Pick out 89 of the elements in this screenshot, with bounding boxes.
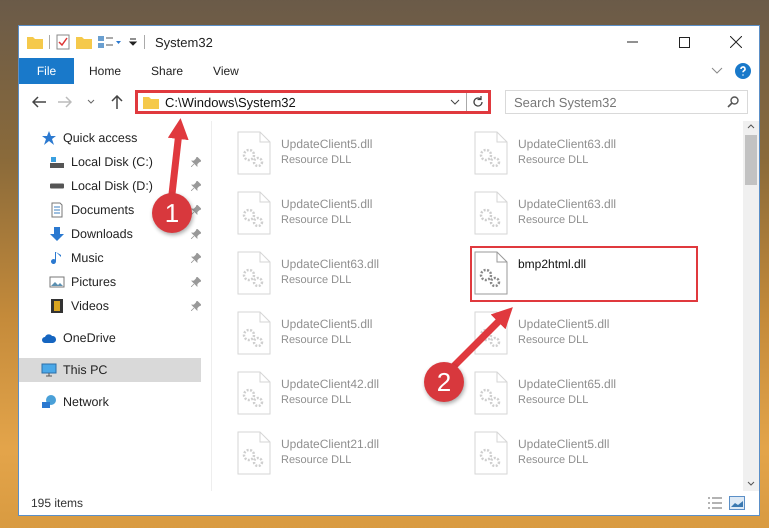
settings-file-icon <box>237 251 271 295</box>
pin-icon[interactable] <box>191 301 201 311</box>
file-name: UpdateClient21.dll <box>281 437 380 451</box>
refresh-icon <box>472 96 484 108</box>
file-name: UpdateClient65.dll <box>518 377 616 391</box>
file-type: Resource DLL <box>281 214 352 226</box>
file-name: bmp2html.dll <box>518 257 586 271</box>
film-icon <box>49 298 65 314</box>
pin-icon[interactable] <box>191 157 201 167</box>
sidebar-item[interactable]: Quick access <box>19 126 201 150</box>
checked-document-icon[interactable] <box>56 34 70 50</box>
network-icon <box>41 394 57 410</box>
pin-icon[interactable] <box>191 229 201 239</box>
item-count: 195 items <box>31 496 84 510</box>
sidebar-item[interactable]: Music <box>19 246 112 270</box>
file-type: Resource DLL <box>281 274 352 286</box>
pin-icon[interactable] <box>191 253 201 263</box>
sidebar-item[interactable]: Videos <box>19 294 117 318</box>
file-type: Resource DLL <box>518 214 590 226</box>
folder-icon <box>143 95 159 109</box>
file-name: UpdateClient63.dll <box>281 257 380 271</box>
sidebar-item[interactable]: Local Disk (C:) <box>19 150 161 174</box>
dropdown-caret-icon[interactable] <box>128 37 138 47</box>
sidebar-item[interactable]: Pictures <box>19 270 124 294</box>
up-arrow-icon[interactable] <box>111 95 123 109</box>
sidebar-item[interactable]: This PC <box>19 358 201 382</box>
settings-file-icon <box>474 131 508 175</box>
file-menu-button[interactable]: File <box>19 58 74 84</box>
window-title: System32 <box>155 34 214 50</box>
download-icon <box>49 226 65 242</box>
file-type: Resource DLL <box>281 334 352 346</box>
close-icon[interactable] <box>730 36 742 48</box>
star-icon <box>41 130 57 146</box>
help-icon[interactable] <box>735 63 751 79</box>
file-type: Resource DLL <box>281 454 352 466</box>
sidebar-item[interactable]: Downloads <box>19 222 141 246</box>
scrollbar[interactable] <box>743 121 759 491</box>
file-type: Resource DLL <box>518 334 590 346</box>
scrollbar-thumb[interactable] <box>745 135 757 185</box>
settings-file-icon <box>237 431 271 475</box>
settings-file-icon <box>474 251 508 295</box>
search-field[interactable]: Search System32 <box>505 90 748 114</box>
file-name: UpdateClient5.dll <box>281 137 372 151</box>
drive-icon <box>49 183 65 189</box>
ribbon-tab[interactable]: Home <box>74 58 136 84</box>
pin-icon[interactable] <box>191 277 201 287</box>
details-view-icon[interactable] <box>707 496 723 510</box>
pin-icon[interactable] <box>191 205 201 215</box>
settings-file-icon <box>474 191 508 235</box>
settings-file-icon <box>474 311 508 355</box>
chevron-down-icon[interactable] <box>87 99 95 105</box>
monitor-icon <box>41 362 57 378</box>
file-type: Resource DLL <box>281 394 352 406</box>
large-icons-view-icon[interactable] <box>729 496 745 510</box>
file-name: UpdateClient42.dll <box>281 377 380 391</box>
file-type: Resource DLL <box>518 154 590 166</box>
settings-file-icon <box>474 371 508 415</box>
document-icon <box>49 202 65 218</box>
settings-file-icon <box>474 431 508 475</box>
chevron-down-icon[interactable] <box>711 67 723 75</box>
drive-icon <box>49 154 65 170</box>
file-name: UpdateClient63.dll <box>518 137 616 151</box>
file-name: UpdateClient63.dll <box>518 197 616 211</box>
ribbon-tab[interactable]: Share <box>136 58 198 84</box>
settings-file-icon <box>237 311 271 355</box>
minimize-icon[interactable] <box>626 41 638 43</box>
file-name: UpdateClient5.dll <box>281 197 372 211</box>
file-type: Resource DLL <box>518 454 590 466</box>
settings-file-icon <box>237 371 271 415</box>
properties-icon[interactable] <box>98 35 122 49</box>
file-item[interactable]: bmp2html.dll <box>470 246 698 302</box>
sidebar-item[interactable]: Documents <box>19 198 142 222</box>
search-icon[interactable] <box>727 96 739 108</box>
ribbon-tab[interactable]: View <box>198 58 254 84</box>
sidebar-item[interactable]: OneDrive <box>19 326 201 350</box>
pin-icon[interactable] <box>191 181 201 191</box>
file-name: UpdateClient5.dll <box>518 437 610 451</box>
picture-icon <box>49 274 65 290</box>
file-type: Resource DLL <box>281 154 352 166</box>
back-arrow-icon[interactable] <box>32 96 46 108</box>
sidebar-item[interactable]: Network <box>19 390 201 414</box>
file-name: UpdateClient5.dll <box>281 317 372 331</box>
file-name: UpdateClient5.dll <box>518 317 610 331</box>
settings-file-icon <box>237 191 271 235</box>
address-field[interactable]: C:\Windows\System32 <box>135 90 491 114</box>
maximize-icon[interactable] <box>678 36 690 48</box>
dropdown-caret-icon[interactable] <box>450 99 460 105</box>
file-type: Resource DLL <box>518 394 590 406</box>
settings-file-icon <box>237 131 271 175</box>
